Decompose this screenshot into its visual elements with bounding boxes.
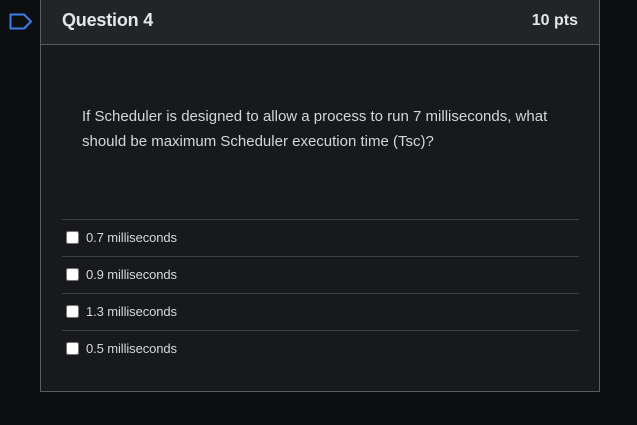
question-header: Question 4 10 pts (41, 0, 599, 45)
question-text: If Scheduler is designed to allow a proc… (82, 108, 548, 150)
answer-option[interactable]: 1.3 milliseconds (62, 293, 579, 330)
answer-label[interactable]: 0.5 milliseconds (86, 341, 177, 356)
question-points: 10 pts (531, 12, 578, 29)
answer-option[interactable]: 0.9 milliseconds (62, 256, 579, 293)
question-title: Question 4 (62, 10, 154, 30)
answer-label[interactable]: 1.3 milliseconds (86, 304, 177, 319)
flag-icon[interactable] (9, 13, 33, 30)
answer-option[interactable]: 0.7 milliseconds (62, 219, 579, 256)
answer-option[interactable]: 0.5 milliseconds (62, 330, 579, 367)
answer-checkbox[interactable] (66, 231, 79, 244)
answer-list: 0.7 milliseconds 0.9 milliseconds 1.3 mi… (62, 219, 579, 367)
answer-checkbox[interactable] (66, 305, 79, 318)
answer-checkbox[interactable] (66, 342, 79, 355)
answer-label[interactable]: 0.7 milliseconds (86, 230, 177, 245)
answer-checkbox[interactable] (66, 268, 79, 281)
answer-label[interactable]: 0.9 milliseconds (86, 267, 177, 282)
question-card: Question 4 10 pts If Scheduler is design… (40, 0, 600, 392)
quiz-page: Question 4 10 pts If Scheduler is design… (0, 0, 637, 425)
